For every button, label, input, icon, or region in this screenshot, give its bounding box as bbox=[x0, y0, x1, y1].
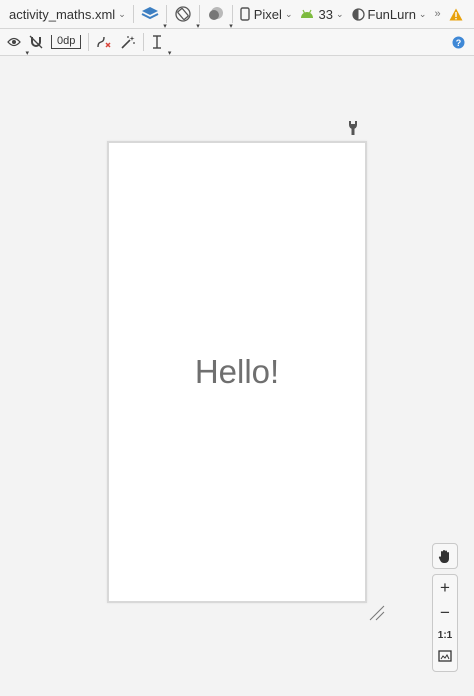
design-toolbar: activity_maths.xml ⌄ ▾ ▾ ▾ Pixel ⌄ 33 ⌄ … bbox=[0, 0, 474, 30]
default-margins-button[interactable]: 0dp bbox=[47, 29, 85, 55]
divider bbox=[165, 5, 167, 23]
layout-editor-toolbar: ▾ 0dp ▾ ? bbox=[0, 29, 474, 57]
view-options-button[interactable]: ▾ bbox=[0, 29, 29, 57]
api-level-selector[interactable]: 33 ⌄ bbox=[296, 0, 347, 28]
svg-text:?: ? bbox=[456, 38, 462, 48]
help-icon: ? bbox=[452, 36, 465, 48]
chevron-down-icon: ⌄ bbox=[335, 8, 344, 19]
help-button[interactable]: ? bbox=[448, 29, 474, 55]
theme-selector[interactable]: FunLurn ⌄ bbox=[348, 0, 431, 28]
divider bbox=[88, 33, 90, 51]
clear-constraints-button[interactable] bbox=[92, 29, 116, 55]
api-level-label: 33 bbox=[318, 6, 333, 22]
actual-size-button[interactable]: 1:1 bbox=[438, 630, 452, 641]
wrench-icon[interactable] bbox=[346, 120, 360, 136]
infer-constraints-button[interactable] bbox=[116, 29, 140, 55]
chevron-down-icon: ⌄ bbox=[284, 8, 293, 19]
warning-icon bbox=[449, 8, 463, 20]
overflow-button[interactable]: » bbox=[430, 0, 444, 28]
divider bbox=[132, 5, 134, 23]
magnet-off-icon bbox=[29, 35, 43, 49]
night-mode-icon bbox=[208, 7, 223, 20]
autoconnect-toggle[interactable] bbox=[25, 29, 47, 55]
fit-screen-icon bbox=[438, 650, 452, 662]
zoom-to-fit-button[interactable] bbox=[438, 649, 452, 667]
divider bbox=[231, 5, 233, 23]
divider bbox=[143, 33, 145, 51]
hand-icon bbox=[438, 549, 449, 563]
device-selector[interactable]: Pixel ⌄ bbox=[236, 0, 297, 28]
file-selector[interactable]: activity_maths.xml ⌄ bbox=[0, 0, 130, 28]
zoom-in-button[interactable]: + bbox=[440, 579, 450, 596]
overflow-icon: » bbox=[434, 8, 441, 20]
night-mode-button[interactable]: ▾ bbox=[203, 0, 233, 30]
divider bbox=[198, 5, 200, 23]
margin-value: 0dp bbox=[51, 35, 82, 49]
pan-button[interactable] bbox=[432, 543, 458, 569]
chevron-down-icon: ⌄ bbox=[418, 8, 427, 19]
magic-wand-icon bbox=[121, 36, 136, 49]
theme-icon bbox=[351, 7, 365, 21]
zoom-controls: + − 1:1 bbox=[432, 574, 458, 672]
zoom-out-button[interactable]: − bbox=[440, 604, 450, 621]
device-preview[interactable]: Hello! bbox=[107, 141, 367, 603]
guidelines-button[interactable]: ▾ bbox=[147, 29, 171, 57]
theme-label: FunLurn bbox=[367, 6, 416, 22]
file-name-label: activity_maths.xml bbox=[9, 6, 116, 22]
warning-button[interactable] bbox=[445, 0, 467, 28]
hello-textview[interactable]: Hello! bbox=[109, 353, 365, 391]
eye-icon bbox=[7, 37, 21, 47]
android-icon bbox=[301, 9, 314, 18]
resize-handle-icon[interactable] bbox=[368, 604, 386, 622]
orientation-button[interactable]: ▾ bbox=[170, 0, 200, 30]
clear-constraints-icon bbox=[97, 36, 111, 48]
design-surface-button[interactable]: ▾ bbox=[137, 0, 167, 30]
chevron-down-icon: ⌄ bbox=[118, 8, 126, 19]
rotate-icon bbox=[175, 6, 191, 22]
text-baseline-icon bbox=[153, 35, 162, 49]
phone-icon bbox=[240, 7, 250, 21]
layers-icon bbox=[141, 7, 159, 20]
device-label: Pixel bbox=[253, 6, 282, 22]
